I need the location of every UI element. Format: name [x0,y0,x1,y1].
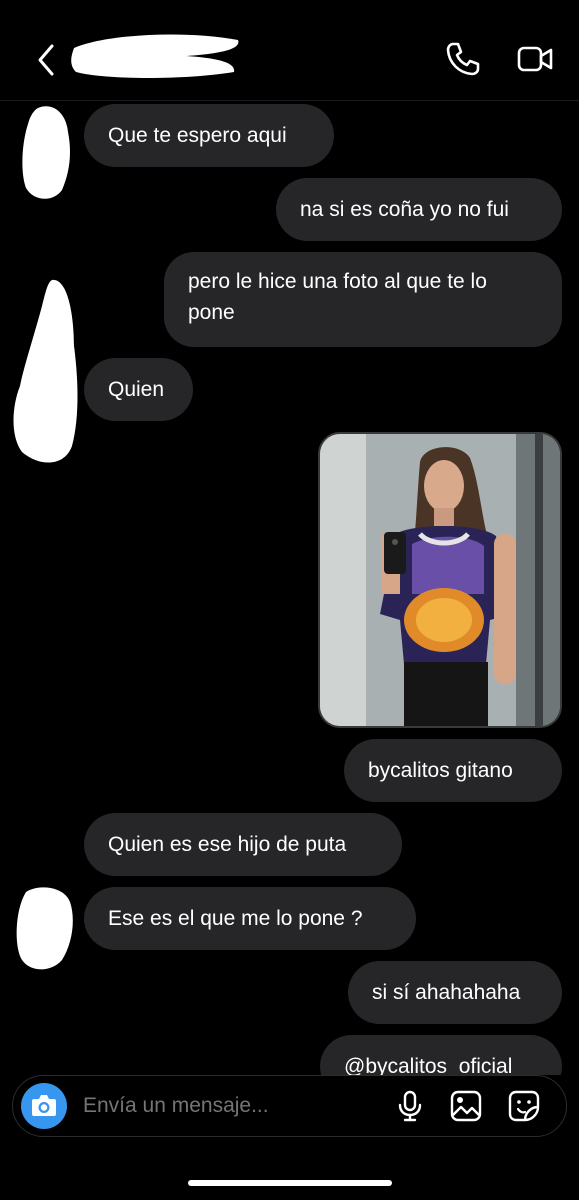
message-sent[interactable]: pero le hice una foto al que te lo pone [164,252,562,347]
message-sent[interactable]: bycalitos gitano [344,739,562,802]
message-sent[interactable]: si sí ahahahaha [348,961,562,1024]
message-input[interactable] [83,1092,383,1120]
message-sent[interactable]: @bycalitos_oficial [320,1035,562,1075]
contact-name-redaction [71,34,239,78]
microphone-icon[interactable] [393,1089,427,1123]
avatar-redaction [13,279,78,463]
message-composer [12,1075,567,1137]
message-received[interactable]: Que te espero aqui [84,104,334,167]
video-camera-icon[interactable] [516,40,554,78]
home-indicator [188,1180,392,1186]
camera-icon [32,1095,56,1116]
sticker-icon[interactable] [507,1089,541,1123]
message-received[interactable]: Quien es ese hijo de puta [84,813,402,876]
message-list[interactable]: Que te espero aqui na si es coña yo no f… [0,100,579,1075]
gallery-icon[interactable] [449,1089,483,1123]
message-sent[interactable]: na si es coña yo no fui [276,178,562,241]
chat-header [0,0,579,101]
message-received[interactable]: Quien [84,358,193,421]
camera-button[interactable] [21,1083,67,1129]
message-photo[interactable] [318,432,562,728]
avatar-redaction [16,887,73,970]
message-received[interactable]: Ese es el que me lo pone ? [84,887,416,950]
chevron-left-icon[interactable] [34,40,62,80]
phone-icon[interactable] [444,40,482,78]
avatar-redaction [22,106,70,199]
shared-photo [320,434,560,726]
